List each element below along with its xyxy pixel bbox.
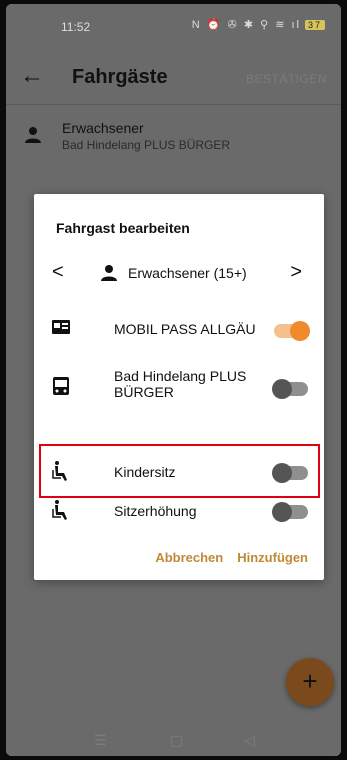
person-icon <box>25 127 41 143</box>
option-row-mobil-pass[interactable]: MOBIL PASS ALLGÄU <box>34 300 324 356</box>
app-bar-divider <box>6 104 341 105</box>
option-label: MOBIL PASS ALLGÄU <box>114 321 256 337</box>
battery-icon: 37 <box>304 20 325 30</box>
menu-icon[interactable]: ☰ <box>94 732 107 749</box>
status-time: 11:52 <box>61 20 91 34</box>
add-passenger-fab[interactable]: + <box>286 658 334 706</box>
cancel-button[interactable]: Abbrechen <box>155 550 223 565</box>
screen-background: 11:52 N ⏰ ✇ ✱ ⚲ ≋ ıl 37 ← Fahrgäste BESTÄ… <box>6 4 341 756</box>
booster-seat-icon <box>52 500 67 520</box>
status-icons: N ⏰ ✇ ✱ ⚲ ≋ ıl 37 <box>192 18 325 31</box>
passenger-list-item[interactable]: Erwachsener Bad Hindelang PLUS BÜRGER <box>6 108 341 164</box>
toggle-knob <box>272 502 292 522</box>
arrow-left-icon[interactable]: ← <box>20 64 44 88</box>
system-nav-bar: ☰ ▢ ◁ <box>6 724 341 756</box>
option-label: Sitzerhöhung <box>114 503 197 519</box>
status-bar: 11:52 N ⏰ ✇ ✱ ⚲ ≋ ıl 37 <box>6 4 341 52</box>
signal-icons: N ⏰ ✇ ✱ ⚲ ≋ ıl <box>191 19 301 31</box>
back-icon[interactable]: ◁ <box>244 732 255 749</box>
phone-screen: 11:52 N ⏰ ✇ ✱ ⚲ ≋ ıl 37 ← Fahrgäste BESTÄ… <box>6 4 341 756</box>
page-title: Fahrgäste <box>72 66 168 88</box>
passenger-type-label: Erwachsener (15+) <box>128 265 247 281</box>
chevron-right-icon[interactable]: > <box>290 261 302 284</box>
sitzerhoehung-toggle[interactable] <box>272 502 308 522</box>
person-icon <box>101 265 117 281</box>
dialog-title: Fahrgast bearbeiten <box>56 220 190 236</box>
id-card-icon <box>52 320 70 334</box>
mobil-pass-toggle[interactable] <box>274 321 310 341</box>
passenger-name: Erwachsener <box>62 120 144 136</box>
passenger-type-selector: < Erwachsener (15+) > <box>34 256 324 292</box>
home-icon[interactable]: ▢ <box>170 732 183 749</box>
dialog-actions: Abbrechen Hinzufügen <box>141 550 308 565</box>
option-row-sitzerhoehung[interactable]: Sitzerhöhung <box>34 494 324 550</box>
option-row-bad-hindelang[interactable]: Bad Hindelang PLUS BÜRGER <box>34 358 324 414</box>
edit-passenger-dialog: Fahrgast bearbeiten < Erwachsener (15+) … <box>34 194 324 580</box>
app-bar: ← Fahrgäste BESTÄTIGEN <box>6 52 341 104</box>
bus-icon <box>53 377 69 395</box>
add-button[interactable]: Hinzufügen <box>237 550 308 565</box>
confirm-button[interactable]: BESTÄTIGEN <box>246 72 327 86</box>
highlight-box <box>39 444 320 498</box>
bad-hindelang-toggle[interactable] <box>272 379 308 399</box>
toggle-knob <box>272 379 292 399</box>
passenger-subtitle: Bad Hindelang PLUS BÜRGER <box>62 138 231 152</box>
chevron-left-icon[interactable]: < <box>52 261 64 284</box>
option-label: Bad Hindelang PLUS BÜRGER <box>114 368 247 400</box>
toggle-knob <box>290 321 310 341</box>
